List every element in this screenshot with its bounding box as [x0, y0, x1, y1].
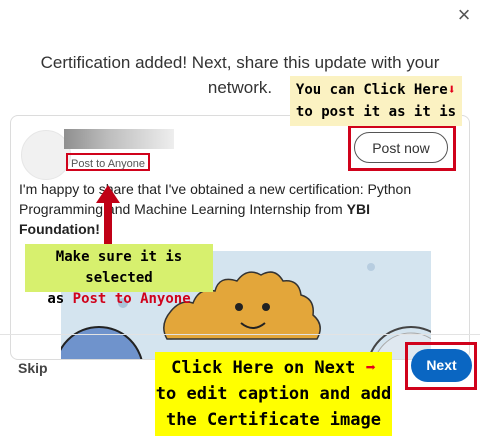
post-body-text: I'm happy to share that I've obtained a … — [19, 179, 459, 239]
arrow-right-icon: ➡ — [365, 358, 376, 378]
visibility-hint: Make sure it is selected as Post to Anyo… — [25, 244, 213, 307]
visibility-selector[interactable]: Post to Anyone — [66, 153, 150, 171]
next-hint: Click Here on Next ➡ to edit caption and… — [155, 352, 392, 436]
arrow-down-icon: ⬇ — [447, 82, 457, 98]
post-now-hint: You can Click Here⬇ to post it as it is — [290, 76, 462, 126]
post-now-button[interactable]: Post now — [354, 132, 448, 163]
skip-button[interactable]: Skip — [18, 360, 48, 376]
next-button[interactable]: Next — [411, 349, 472, 382]
post-text-line-1: I'm happy to share that I've obtained a … — [19, 181, 412, 197]
author-name-redacted — [64, 129, 174, 149]
post-text-line-2: Programming and Machine Learning Interns… — [19, 201, 370, 217]
post-preview-card: Post to Anyone Post now I'm happy to sha… — [10, 115, 470, 360]
post-text-line-3: Foundation! — [19, 221, 100, 237]
footer-divider — [0, 334, 480, 335]
headline-line-1: Certification added! Next, share this up… — [40, 53, 440, 72]
close-icon[interactable]: × — [453, 4, 475, 26]
post-text-org: YBI — [346, 201, 370, 217]
